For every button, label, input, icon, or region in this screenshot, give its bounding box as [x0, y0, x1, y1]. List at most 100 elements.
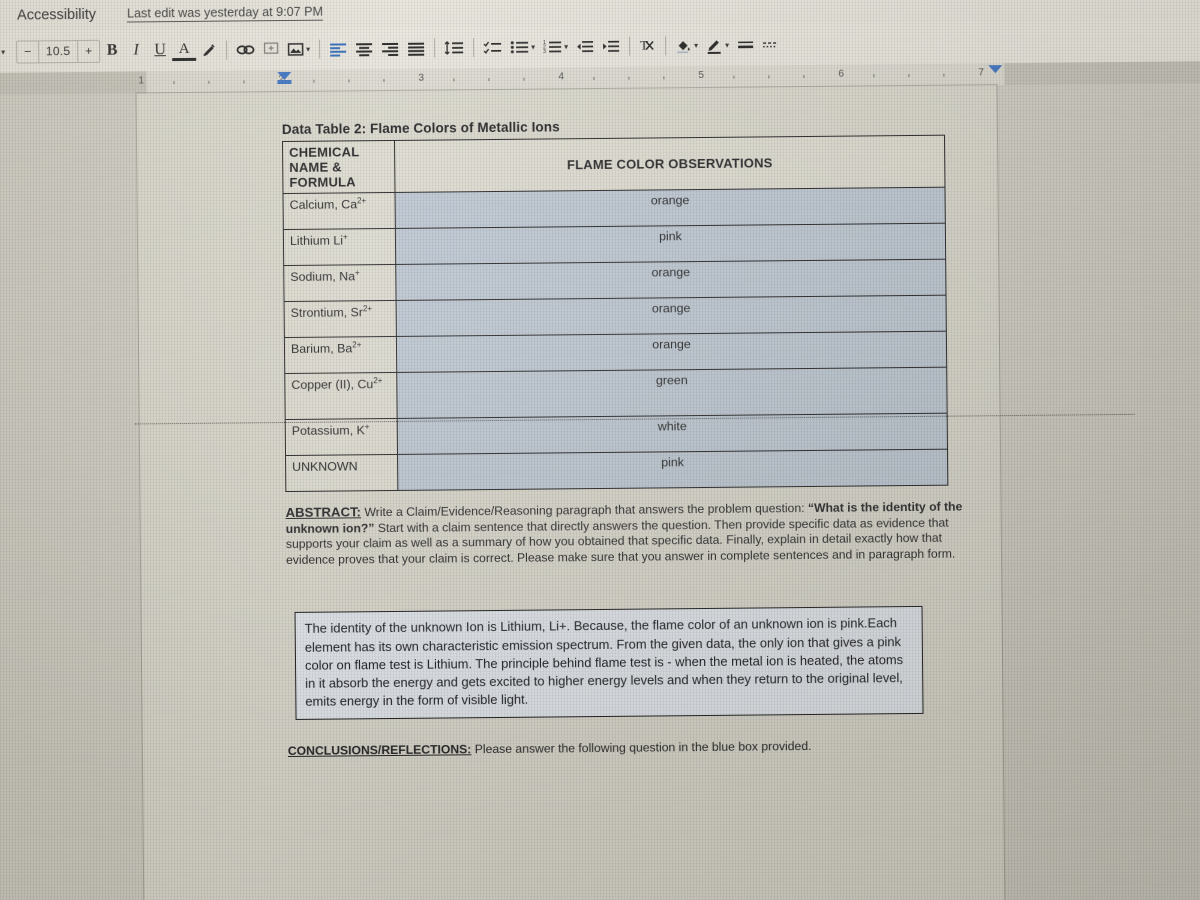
- chemical-name-text: Potassium, K: [291, 423, 365, 439]
- charge-superscript: 2+: [362, 304, 373, 314]
- chemical-name-text: Calcium, Ca: [289, 197, 358, 213]
- chemical-name-text: Sodium, Na: [290, 269, 356, 285]
- header-line: FORMULA: [289, 174, 356, 190]
- chevron-down-icon[interactable]: ▾: [564, 42, 568, 51]
- cell-chemical-name[interactable]: Potassium, K+: [285, 418, 398, 456]
- cell-chemical-name[interactable]: Lithium Li+: [283, 228, 396, 266]
- font-size-stepper[interactable]: − 10.5 +: [16, 39, 101, 64]
- chevron-down-icon: ▾: [1, 47, 6, 57]
- align-right-button[interactable]: [377, 35, 403, 61]
- align-center-button[interactable]: [351, 35, 377, 61]
- font-size-increase-button[interactable]: +: [78, 39, 99, 62]
- insert-image-icon[interactable]: ▾: [283, 36, 314, 62]
- conclusions-paragraph[interactable]: CONCLUSIONS/REFLECTIONS: Please answer t…: [288, 738, 968, 760]
- cell-chemical-name[interactable]: Copper (II), Cu2+: [284, 372, 398, 420]
- first-line-indent-marker[interactable]: [277, 71, 292, 81]
- abstract-label: ABSTRACT:: [285, 504, 362, 521]
- table-header-flame-color: FLAME COLOR OBSERVATIONS: [394, 135, 945, 193]
- decrease-indent-icon[interactable]: [572, 33, 598, 59]
- cell-observation[interactable]: pink: [395, 223, 946, 265]
- fill-color-icon[interactable]: ▾: [671, 32, 702, 58]
- toolbar-divider: [665, 35, 667, 55]
- paragraph-style-dropdown[interactable]: ▾: [0, 39, 14, 65]
- cell-observation[interactable]: orange: [395, 187, 946, 229]
- header-line: CHEMICAL: [289, 144, 360, 160]
- charge-superscript: 2+: [357, 196, 367, 206]
- border-color-icon[interactable]: ▾: [702, 32, 733, 58]
- numbered-list-icon[interactable]: 123 ▾: [539, 33, 572, 59]
- chevron-down-icon[interactable]: ▾: [725, 40, 729, 49]
- font-size-decrease-button[interactable]: −: [17, 40, 38, 63]
- abstract-text-after: Start with a claim sentence that directl…: [285, 515, 956, 567]
- answer-box[interactable]: The identity of the unknown Ion is Lithi…: [294, 606, 924, 721]
- abstract-paragraph[interactable]: ABSTRACT: Write a Claim/Evidence/Reasoni…: [285, 498, 966, 568]
- right-indent-marker[interactable]: [988, 65, 1003, 74]
- ruler-number: 3: [418, 72, 425, 84]
- chemical-name-text: Strontium, Sr: [290, 305, 364, 321]
- border-width-icon[interactable]: [733, 31, 758, 57]
- align-justify-button[interactable]: [403, 35, 429, 61]
- cell-observation[interactable]: pink: [397, 449, 948, 491]
- cell-chemical-name[interactable]: UNKNOWN: [285, 454, 398, 492]
- font-size-value[interactable]: 10.5: [38, 39, 79, 63]
- insert-link-icon[interactable]: [232, 36, 259, 62]
- ruler-number: 1: [138, 75, 145, 87]
- bulleted-list-icon[interactable]: ▾: [506, 34, 539, 60]
- last-edit-status[interactable]: Last edit was yesterday at 9:07 PM: [126, 4, 324, 23]
- cell-observation[interactable]: green: [396, 367, 948, 419]
- cell-observation[interactable]: orange: [396, 331, 947, 373]
- menu-item-accessibility[interactable]: Accessibility: [8, 6, 105, 23]
- header-line: NAME &: [289, 159, 342, 175]
- cell-chemical-name[interactable]: Strontium, Sr2+: [284, 300, 397, 338]
- highlight-color-icon[interactable]: [196, 37, 221, 63]
- toolbar-divider: [226, 40, 228, 60]
- table-header-row: CHEMICAL NAME & FORMULA FLAME COLOR OBSE…: [282, 135, 945, 194]
- ruler-number: 6: [838, 68, 845, 80]
- toolbar-divider: [319, 39, 321, 59]
- underline-button[interactable]: U: [148, 37, 172, 63]
- increase-indent-icon[interactable]: [598, 33, 624, 59]
- cell-chemical-name[interactable]: Calcium, Ca2+: [283, 192, 396, 230]
- border-dash-icon[interactable]: [758, 31, 783, 57]
- add-comment-icon[interactable]: [259, 36, 283, 62]
- svg-text:3: 3: [543, 49, 546, 54]
- table-row[interactable]: UNKNOWN pink: [285, 449, 948, 492]
- toolbar-divider: [629, 36, 631, 56]
- svg-text:T: T: [640, 38, 648, 53]
- menu-item-help[interactable]: lp: [0, 7, 8, 23]
- chemical-name-text: UNKNOWN: [292, 459, 358, 475]
- flame-colors-table[interactable]: CHEMICAL NAME & FORMULA FLAME COLOR OBSE…: [282, 135, 948, 492]
- toolbar-divider: [473, 37, 475, 57]
- chevron-down-icon[interactable]: ▾: [531, 42, 535, 51]
- table-row[interactable]: Copper (II), Cu2+ green: [284, 367, 948, 420]
- cell-chemical-name[interactable]: Barium, Ba2+: [284, 336, 397, 374]
- right-gutter: [996, 83, 1200, 900]
- bold-button[interactable]: B: [100, 38, 124, 64]
- document-page[interactable]: Data Table 2: Flame Colors of Metallic I…: [134, 85, 1135, 900]
- toolbar-divider: [434, 38, 436, 58]
- italic-button[interactable]: I: [124, 37, 148, 63]
- line-spacing-icon[interactable]: [440, 34, 468, 60]
- conclusions-text: Please answer the following question in …: [471, 739, 812, 757]
- chevron-down-icon[interactable]: ▾: [694, 41, 698, 50]
- charge-superscript: 2+: [352, 340, 362, 350]
- conclusions-label: CONCLUSIONS/REFLECTIONS:: [287, 742, 472, 759]
- cell-observation[interactable]: orange: [395, 259, 947, 301]
- charge-superscript: 2+: [373, 376, 383, 386]
- document-body[interactable]: Data Table 2: Flame Colors of Metallic I…: [134, 116, 1135, 760]
- align-left-button[interactable]: [325, 35, 351, 61]
- chevron-down-icon[interactable]: ▾: [306, 44, 310, 53]
- clear-formatting-icon[interactable]: T: [635, 32, 660, 58]
- cell-observation[interactable]: orange: [396, 295, 947, 337]
- text-color-button[interactable]: A: [172, 38, 197, 62]
- ruler-left-margin: [0, 71, 147, 95]
- left-indent-marker[interactable]: [277, 79, 292, 85]
- cell-chemical-name[interactable]: Sodium, Na+: [283, 264, 397, 302]
- chemical-name-text: Barium, Ba: [290, 341, 353, 357]
- answer-text: The identity of the unknown Ion is Lithi…: [304, 615, 904, 710]
- chemical-name-text: Lithium Li: [289, 233, 344, 249]
- charge-superscript: +: [364, 422, 370, 432]
- screen-photo: lp Accessibility Last edit was yesterday…: [0, 0, 1200, 900]
- ruler-number: 5: [698, 69, 705, 82]
- checklist-icon[interactable]: [479, 34, 506, 60]
